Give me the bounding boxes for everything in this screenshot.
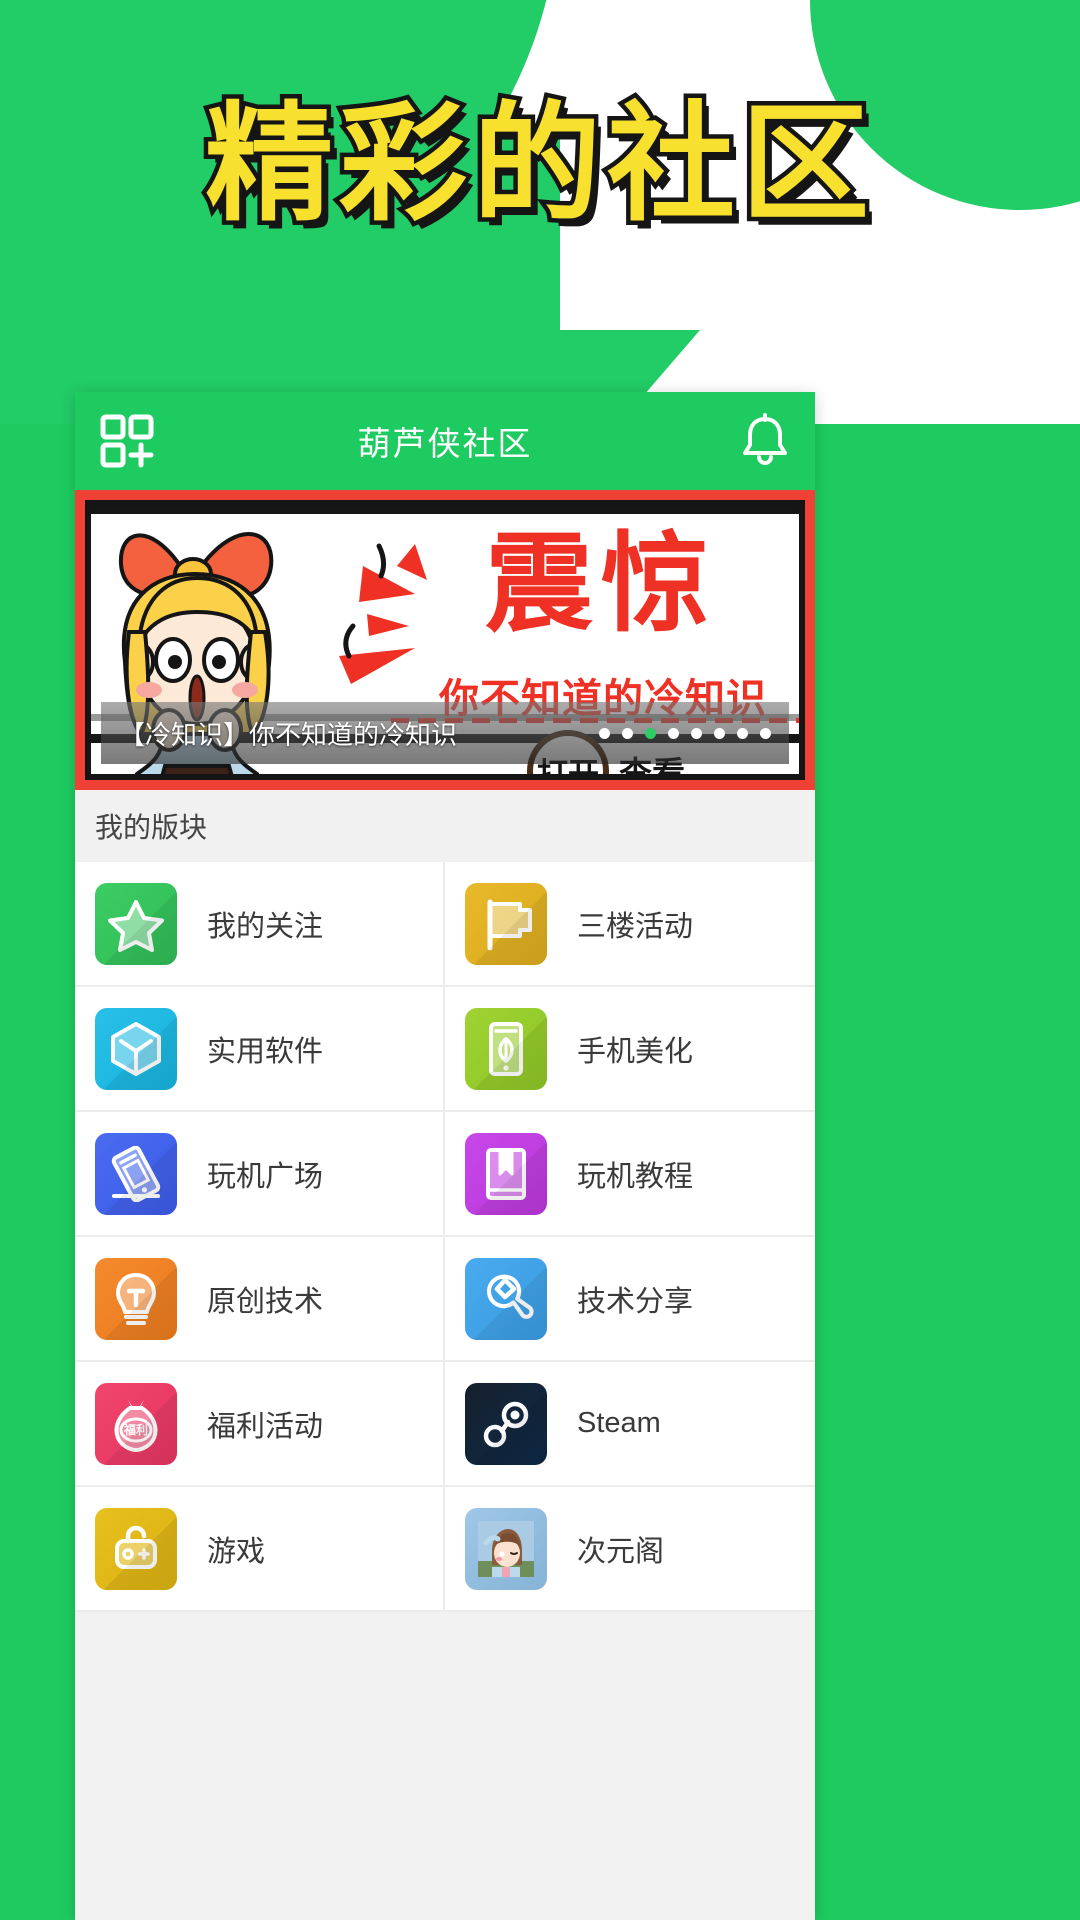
- money-bag-icon: 福利: [95, 1382, 177, 1465]
- section-item-2[interactable]: 三楼活动: [445, 862, 815, 987]
- section-item-label: 手机美化: [577, 1035, 694, 1068]
- carousel-dot[interactable]: [622, 727, 633, 739]
- svg-text:福利: 福利: [123, 1422, 148, 1437]
- carousel-dot[interactable]: [668, 727, 679, 739]
- section-item-label: 我的关注: [207, 910, 324, 943]
- carousel-dot[interactable]: [691, 727, 702, 739]
- section-item-label: 玩机教程: [577, 1160, 694, 1193]
- section-item-label: 游戏: [207, 1535, 266, 1568]
- book-icon: [465, 1132, 547, 1215]
- steam-icon: [465, 1382, 547, 1465]
- magnifier-handle-icon: [389, 779, 471, 780]
- section-header-my-sections: 我的版块: [75, 790, 815, 862]
- section-item-11[interactable]: 游戏: [75, 1487, 445, 1612]
- section-item-1[interactable]: 我的关注: [75, 862, 445, 987]
- star-icon: [95, 882, 177, 965]
- section-item-label: Steam: [577, 1407, 661, 1439]
- banner-inner-frame: 震惊 你不知道的冷知识 打开 查看 【冷知识】你不知道的冷知识: [85, 500, 805, 780]
- banner-caption-bar: 【冷知识】你不知道的冷知识: [101, 702, 789, 764]
- carousel-dot[interactable]: [714, 727, 725, 739]
- section-item-10[interactable]: Steam: [445, 1362, 815, 1487]
- carousel-dot[interactable]: [737, 727, 748, 739]
- app-screenshot: 葫芦侠社区 震惊 你不知道的冷知识 打开 查看 【冷知识】你不知道的冷知识 我的…: [75, 392, 815, 1920]
- section-item-4[interactable]: 手机美化: [445, 987, 815, 1112]
- flag-icon: [465, 882, 547, 965]
- section-grid: 我的关注 三楼活动实用软件 手机美化玩机广场 玩机教程原创技术 技术分享福利 福利活动 St…: [75, 862, 815, 1612]
- grid-plus-icon[interactable]: [99, 413, 155, 469]
- banner-carousel[interactable]: 震惊 你不知道的冷知识 打开 查看 【冷知识】你不知道的冷知识: [75, 490, 815, 790]
- carousel-pager-dots[interactable]: [599, 727, 771, 739]
- section-item-6[interactable]: 玩机教程: [445, 1112, 815, 1237]
- section-item-label: 技术分享: [577, 1285, 694, 1318]
- section-item-label: 原创技术: [207, 1285, 324, 1318]
- section-item-7[interactable]: 原创技术: [75, 1237, 445, 1362]
- gamepad-icon: [95, 1507, 177, 1590]
- carousel-dot[interactable]: [645, 727, 656, 739]
- anime-avatar-icon: [465, 1507, 547, 1590]
- bulb-t-icon: [95, 1257, 177, 1340]
- section-item-8[interactable]: 技术分享: [445, 1237, 815, 1362]
- hero-title-text: 精彩的社区: [200, 86, 875, 244]
- section-item-9[interactable]: 福利 福利活动: [75, 1362, 445, 1487]
- app-bar: 葫芦侠社区: [75, 392, 815, 490]
- section-item-label: 福利活动: [207, 1410, 324, 1443]
- section-item-label: 实用软件: [207, 1035, 324, 1068]
- section-item-5[interactable]: 玩机广场: [75, 1112, 445, 1237]
- carousel-dot[interactable]: [760, 727, 771, 739]
- app-bar-title: 葫芦侠社区: [357, 425, 533, 462]
- carousel-dot[interactable]: [599, 727, 610, 739]
- section-item-label: 次元阁: [577, 1535, 665, 1568]
- wrench-icon: [465, 1257, 547, 1340]
- hero-title: 精彩的社区: [0, 85, 1080, 245]
- bell-icon[interactable]: [739, 413, 791, 469]
- phone-leaf-icon: [465, 1007, 547, 1090]
- section-item-label: 三楼活动: [577, 910, 694, 943]
- section-item-label: 玩机广场: [207, 1160, 324, 1193]
- section-item-3[interactable]: 实用软件: [75, 987, 445, 1112]
- banner-caption-text: 【冷知识】你不知道的冷知识: [119, 719, 458, 750]
- phone-tilt-icon: [95, 1132, 177, 1215]
- section-header-label: 我的版块: [95, 812, 208, 843]
- banner-headline: 震惊: [484, 522, 717, 647]
- section-item-12[interactable]: 次元阁: [445, 1487, 815, 1612]
- cube-icon: [95, 1007, 177, 1090]
